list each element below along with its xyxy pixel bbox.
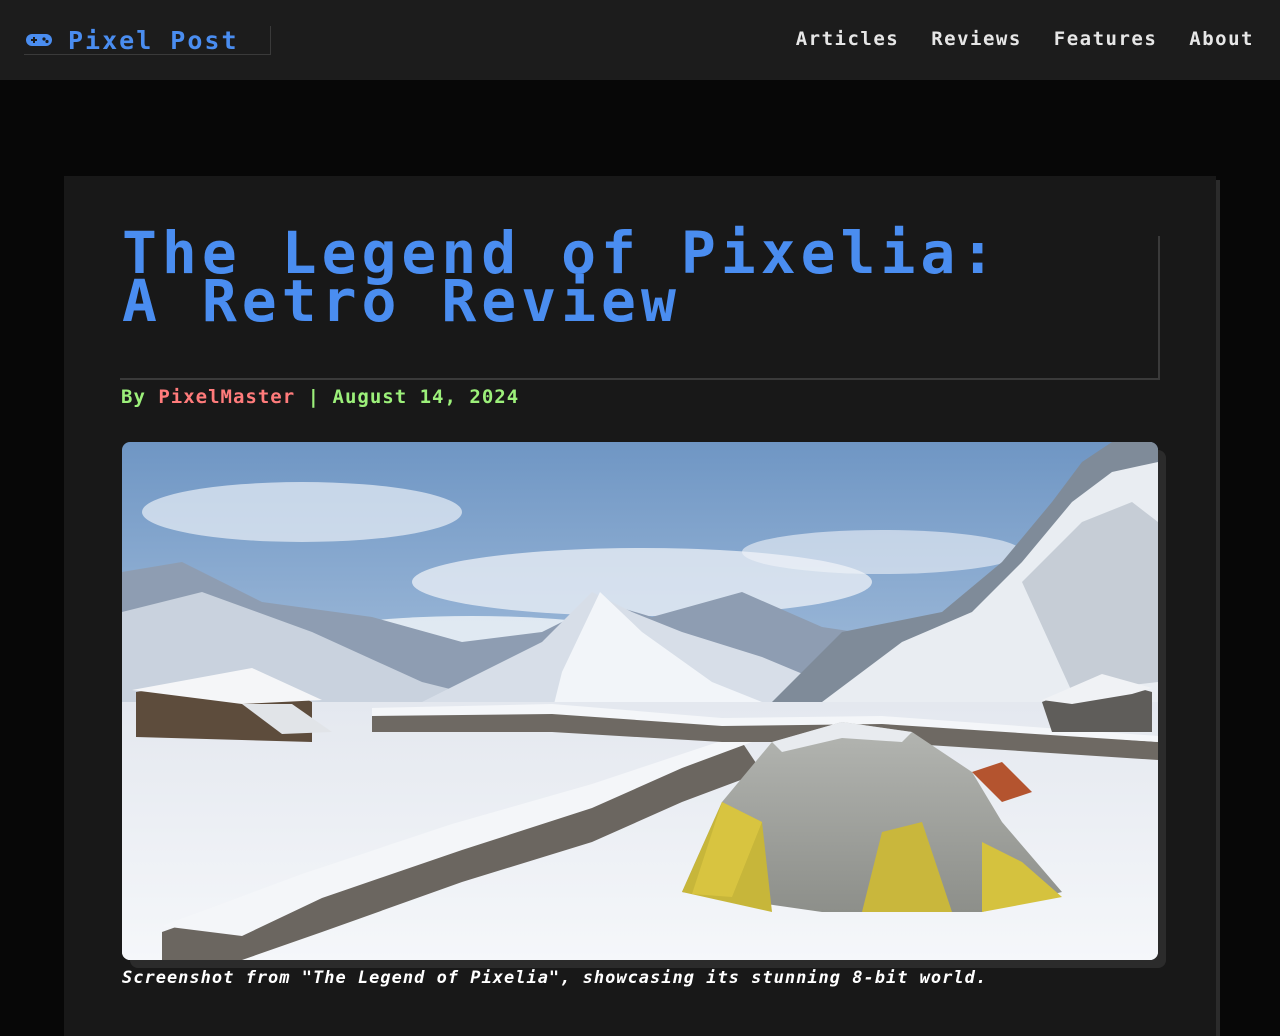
publish-date: August 14, 2024: [332, 386, 520, 408]
nav-features[interactable]: Features: [1054, 25, 1158, 53]
site-logo[interactable]: Pixel Post: [24, 26, 271, 55]
gamepad-icon: [26, 32, 52, 48]
article-meta: By PixelMaster | August 14, 2024: [121, 386, 519, 408]
article-card: The Legend of Pixelia: A Retro Review By…: [64, 176, 1216, 1036]
nav-about[interactable]: About: [1189, 25, 1254, 53]
snowy-camp-picture: [122, 442, 1158, 960]
article-image: [122, 442, 1158, 960]
by-label: By: [121, 386, 146, 408]
site-name: Pixel Post: [68, 25, 239, 55]
article-title: The Legend of Pixelia: A Retro Review: [122, 219, 1001, 335]
top-navigation-bar: Pixel Post Articles Reviews Features Abo…: [0, 0, 1280, 80]
nav-articles[interactable]: Articles: [796, 25, 900, 53]
author-link[interactable]: PixelMaster: [158, 386, 295, 408]
image-caption: Screenshot from "The Legend of Pixelia",…: [122, 968, 988, 988]
main-nav: Articles Reviews Features About: [796, 25, 1254, 53]
nav-reviews[interactable]: Reviews: [931, 25, 1022, 53]
meta-separator: |: [307, 386, 321, 408]
title-box: The Legend of Pixelia: A Retro Review: [120, 224, 1160, 380]
